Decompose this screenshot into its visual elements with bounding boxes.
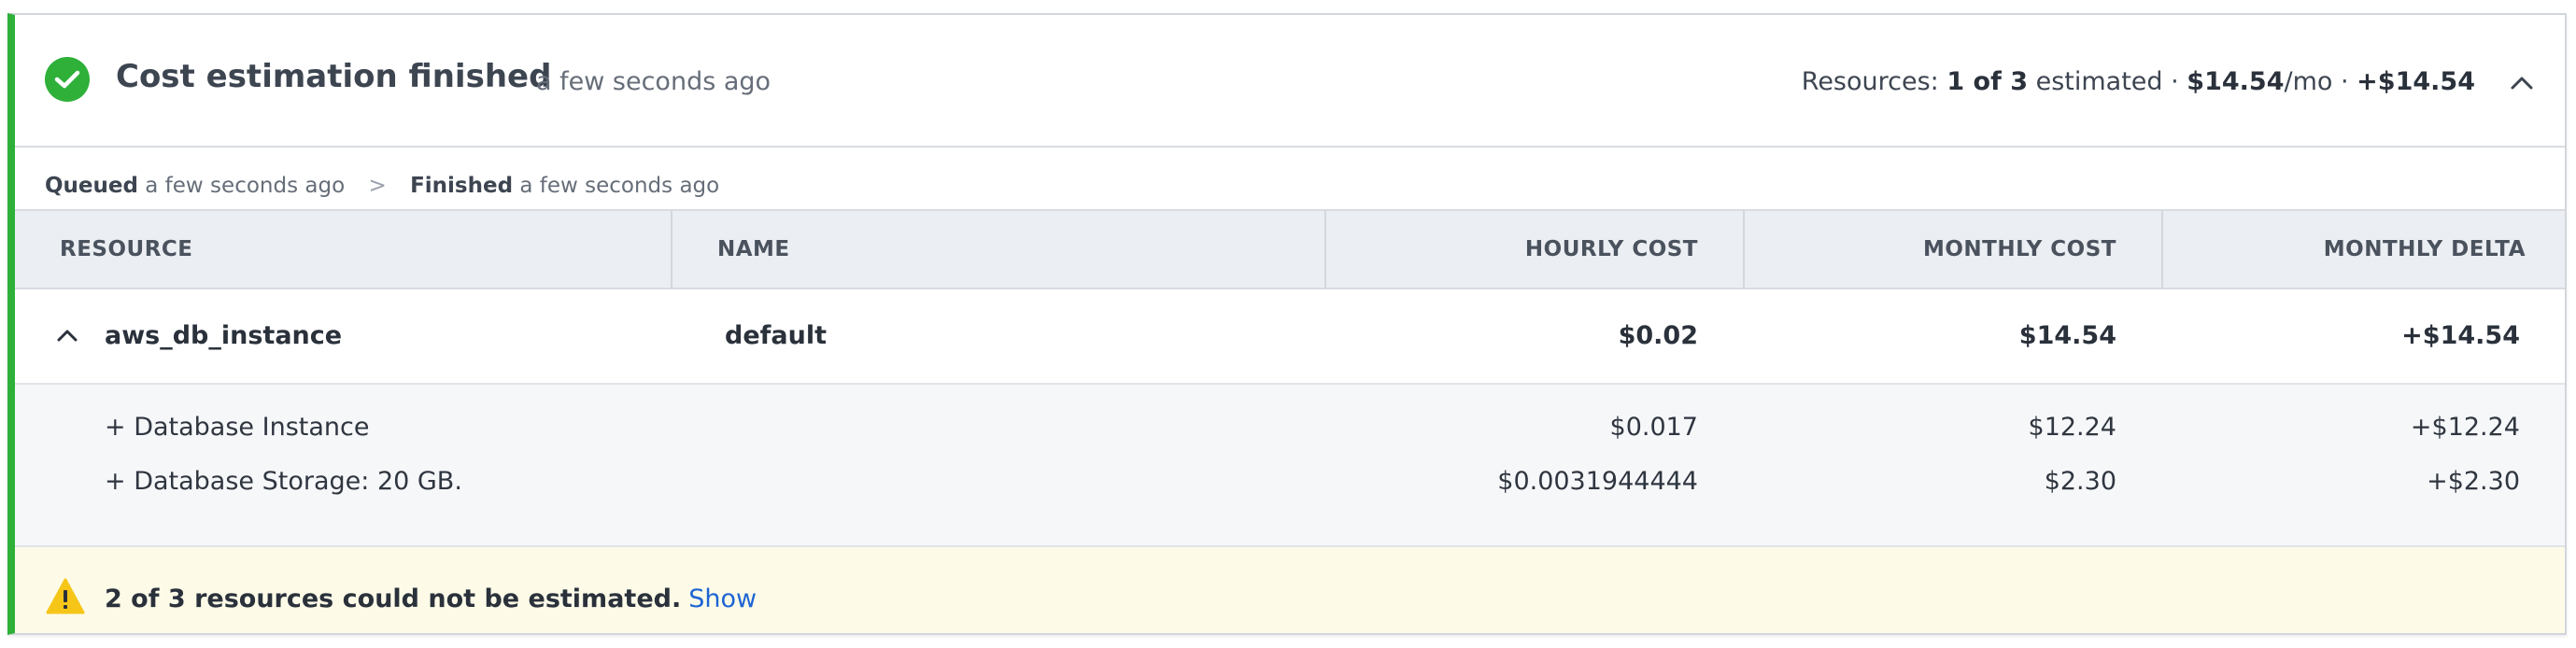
summary-count: 1 of 3 — [1946, 67, 2029, 96]
queued-label: Queued — [45, 174, 138, 198]
detail-hourly: $0.0031944444 — [1497, 467, 1698, 496]
detail-monthly: $2.30 — [2044, 467, 2116, 496]
hourly-cost: $0.02 — [1618, 321, 1698, 350]
summary-prefix: Resources: — [1801, 67, 1947, 96]
resources-summary: Resources: 1 of 3 estimated · $14.54/mo … — [1802, 67, 2475, 96]
table-header: RESOURCE NAME HOURLY COST MONTHLY COST M… — [15, 209, 2565, 289]
detail-label: + Database Instance — [105, 413, 370, 442]
column-monthly-delta: MONTHLY DELTA — [2323, 237, 2526, 261]
panel-header: Cost estimation finished a few seconds a… — [15, 15, 2565, 148]
column-resource: RESOURCE — [15, 211, 672, 288]
warning-message: 2 of 3 resources could not be estimated.… — [105, 585, 757, 613]
monthly-cost: $14.54 — [2018, 321, 2116, 350]
detail-row: + Database Storage: 20 GB. $0.0031944444… — [15, 467, 2565, 521]
finished-label: Finished — [410, 174, 514, 198]
show-link[interactable]: Show — [688, 585, 757, 613]
panel-title: Cost estimation finished — [116, 58, 552, 95]
detail-monthly: $12.24 — [2028, 413, 2116, 442]
collapse-button[interactable] — [2507, 71, 2537, 93]
row-details: + Database Instance $0.017 $12.24 +$12.2… — [15, 385, 2565, 547]
monthly-delta: +$14.54 — [2401, 321, 2520, 350]
column-name: NAME — [672, 211, 1326, 288]
warning-banner: 2 of 3 resources could not be estimated.… — [15, 547, 2565, 633]
finished-time-label: a few seconds ago — [519, 174, 720, 198]
warning-text: 2 of 3 resources could not be estimated. — [105, 585, 682, 613]
column-monthly-cost: MONTHLY COST — [1745, 211, 2163, 288]
table-row[interactable]: aws_db_instance default $0.02 $14.54 +$1… — [15, 289, 2565, 385]
queued-time: a few seconds ago — [145, 174, 346, 198]
detail-delta: +$2.30 — [2427, 467, 2520, 496]
check-circle-icon — [45, 57, 90, 102]
column-hourly-cost: HOURLY COST — [1326, 211, 1745, 288]
summary-estimated: estimated · — [2028, 67, 2187, 96]
detail-hourly: $0.017 — [1609, 413, 1698, 442]
detail-row: + Database Instance $0.017 $12.24 +$12.2… — [15, 413, 2565, 467]
row-toggle-button[interactable] — [54, 323, 80, 352]
timeline-separator: > — [368, 174, 387, 198]
finished-time: a few seconds ago — [536, 67, 771, 96]
cost-estimation-panel: Cost estimation finished a few seconds a… — [7, 13, 2567, 635]
warning-triangle-icon — [46, 578, 85, 614]
resource-name: default — [725, 321, 827, 350]
chevron-up-icon — [2511, 77, 2533, 90]
detail-label: + Database Storage: 20 GB. — [105, 467, 462, 496]
resource-type: aws_db_instance — [105, 321, 343, 350]
chevron-up-icon — [57, 330, 78, 342]
summary-monthly: $14.54 — [2187, 67, 2285, 96]
detail-delta: +$12.24 — [2410, 413, 2520, 442]
summary-per-mo: /mo · — [2284, 67, 2357, 96]
summary-delta: +$14.54 — [2357, 67, 2475, 96]
